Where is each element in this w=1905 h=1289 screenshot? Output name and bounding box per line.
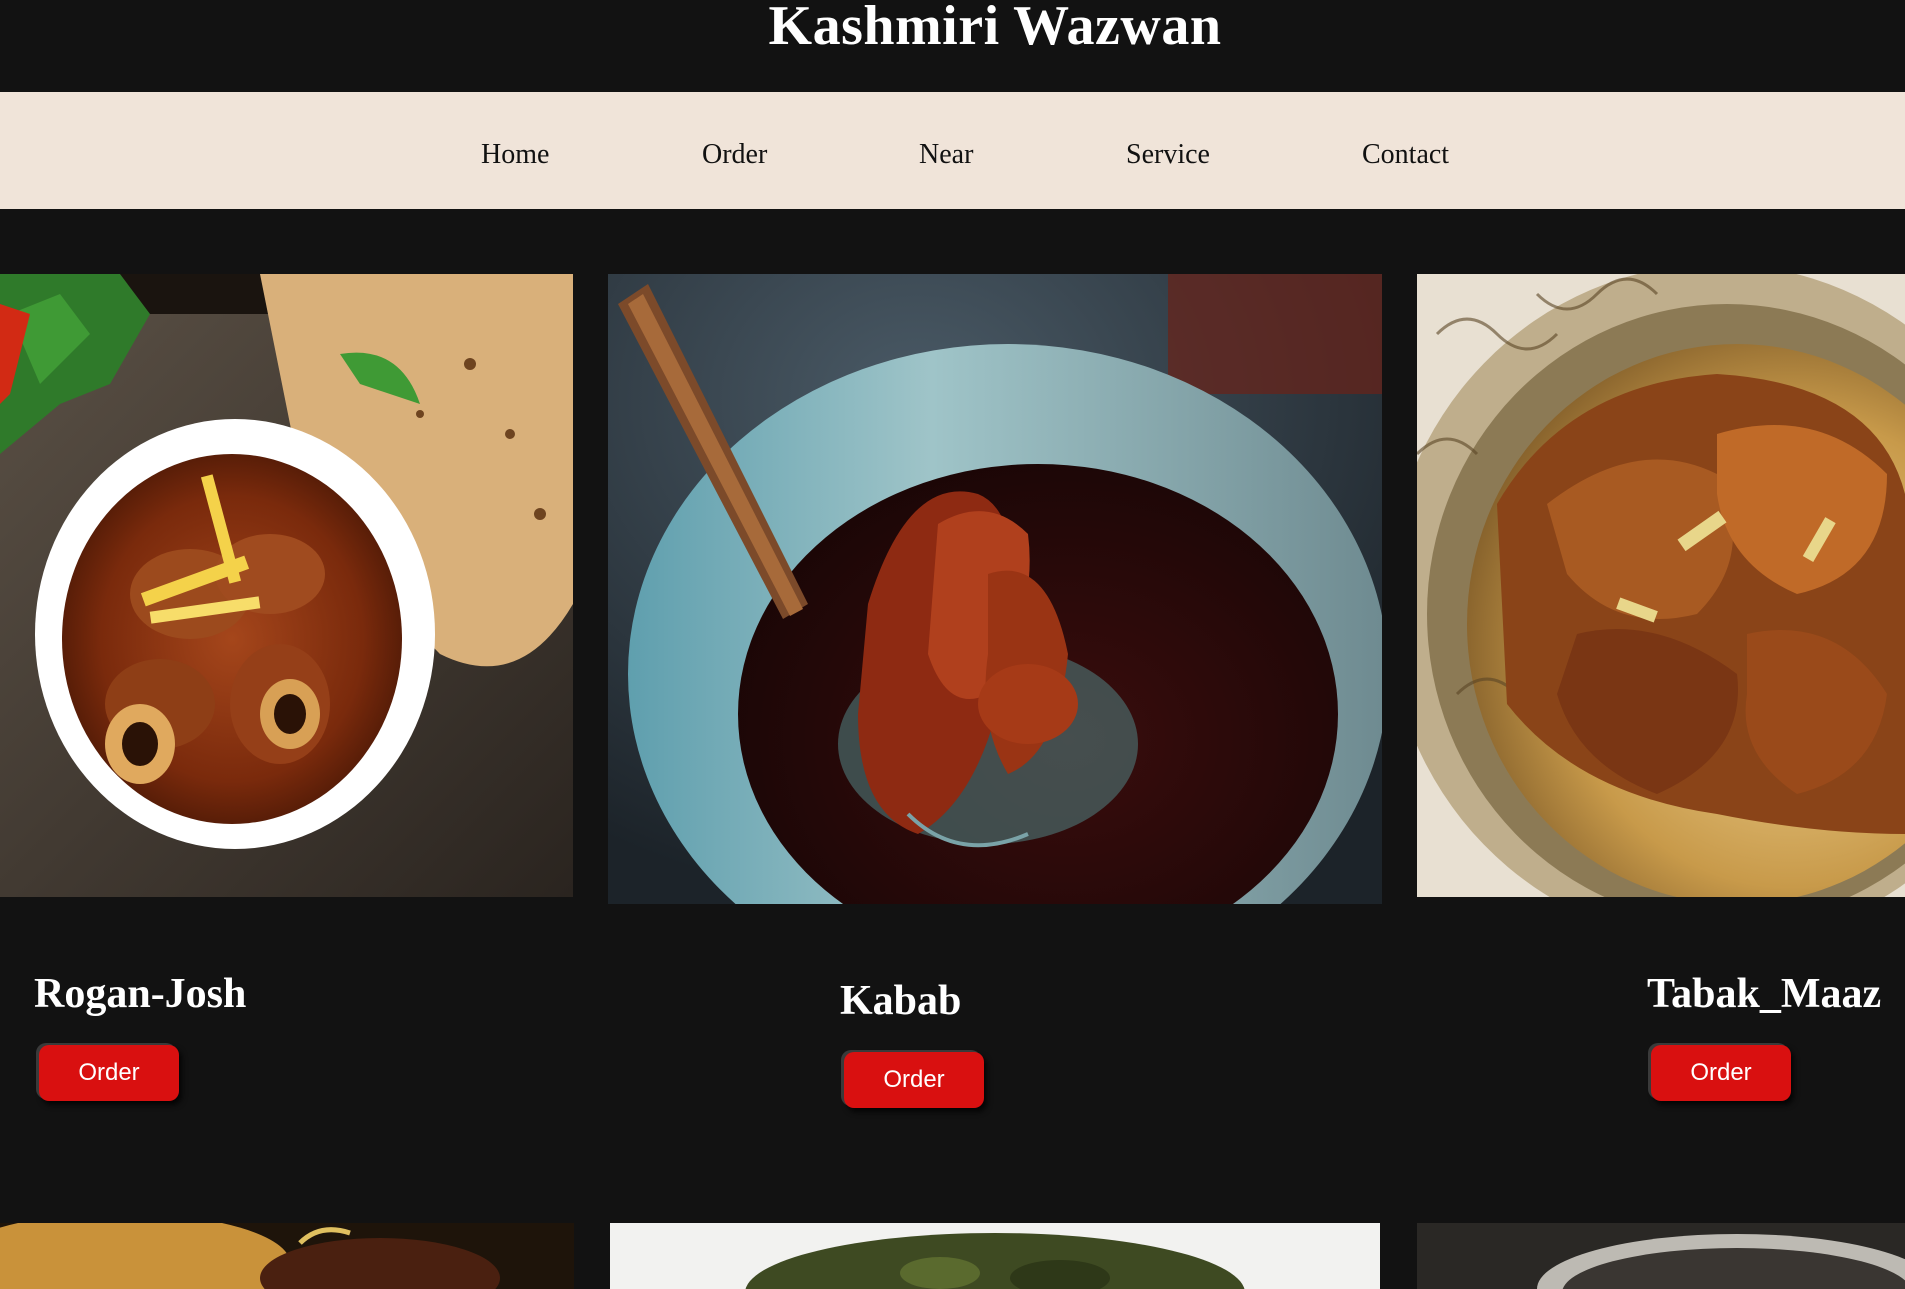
dish-title-rogan-josh: Rogan-Josh <box>34 971 247 1017</box>
nav-service[interactable]: Service <box>1126 92 1210 209</box>
dish-photo-5 <box>610 1223 1380 1289</box>
dish-photo-6 <box>1417 1223 1905 1289</box>
dish-title-tabak-maaz: Tabak_Maaz <box>1647 971 1882 1017</box>
site-title: Kashmiri Wazwan <box>768 0 1222 57</box>
kabab-photo <box>608 274 1382 904</box>
main-nav: Home Order Near Service Contact <box>0 92 1905 209</box>
site-header: Kashmiri Wazwan <box>0 0 1905 92</box>
nav-order[interactable]: Order <box>702 92 767 209</box>
nav-home[interactable]: Home <box>481 92 549 209</box>
rogan-josh-photo <box>0 274 573 897</box>
dish-photo-4 <box>0 1223 574 1289</box>
nav-near[interactable]: Near <box>919 92 973 209</box>
order-button-kabab[interactable]: Order <box>844 1052 984 1108</box>
order-button-rogan-josh[interactable]: Order <box>39 1045 179 1101</box>
tabak-maaz-photo <box>1417 274 1905 897</box>
dish-title-kabab: Kabab <box>840 978 962 1024</box>
order-button-tabak-maaz[interactable]: Order <box>1651 1045 1791 1101</box>
nav-contact[interactable]: Contact <box>1362 92 1449 209</box>
